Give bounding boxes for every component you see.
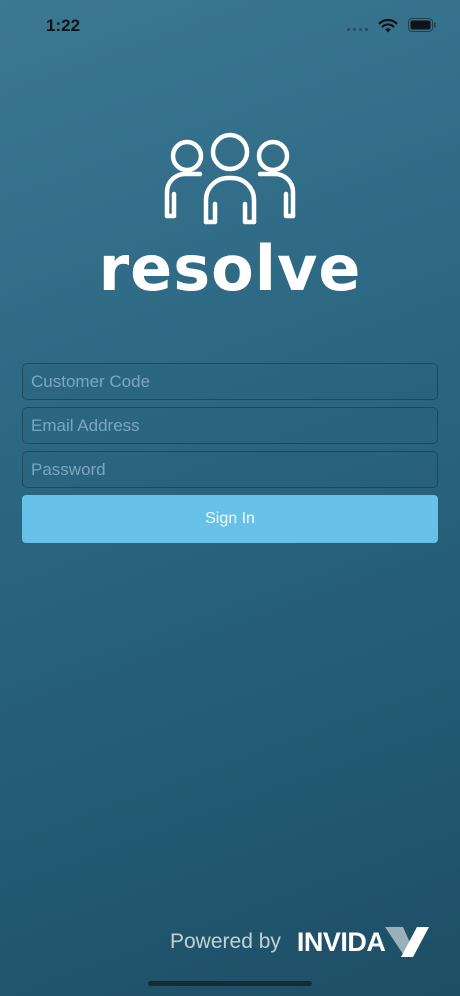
login-form: Sign In [22,363,438,543]
password-input[interactable] [22,451,438,488]
signal-icon [347,19,368,31]
powered-by-footer: Powered by INVIDA [170,925,431,959]
invida-v-logo-icon [385,927,430,957]
wifi-icon [378,18,398,32]
logo-wordmark: resolve [98,232,362,305]
status-bar: 1:22 [0,0,460,52]
people-group-icon [164,132,296,225]
customer-code-input[interactable] [22,363,438,400]
status-time: 1:22 [46,16,81,35]
sign-in-button[interactable]: Sign In [22,495,438,543]
invida-logo-text: INVIDA [296,926,386,957]
home-indicator [148,981,312,986]
email-address-input[interactable] [22,407,438,444]
status-icons [347,16,436,34]
battery-icon [408,18,436,32]
powered-by-text: Powered by [170,930,281,953]
logo: resolve [0,130,460,300]
